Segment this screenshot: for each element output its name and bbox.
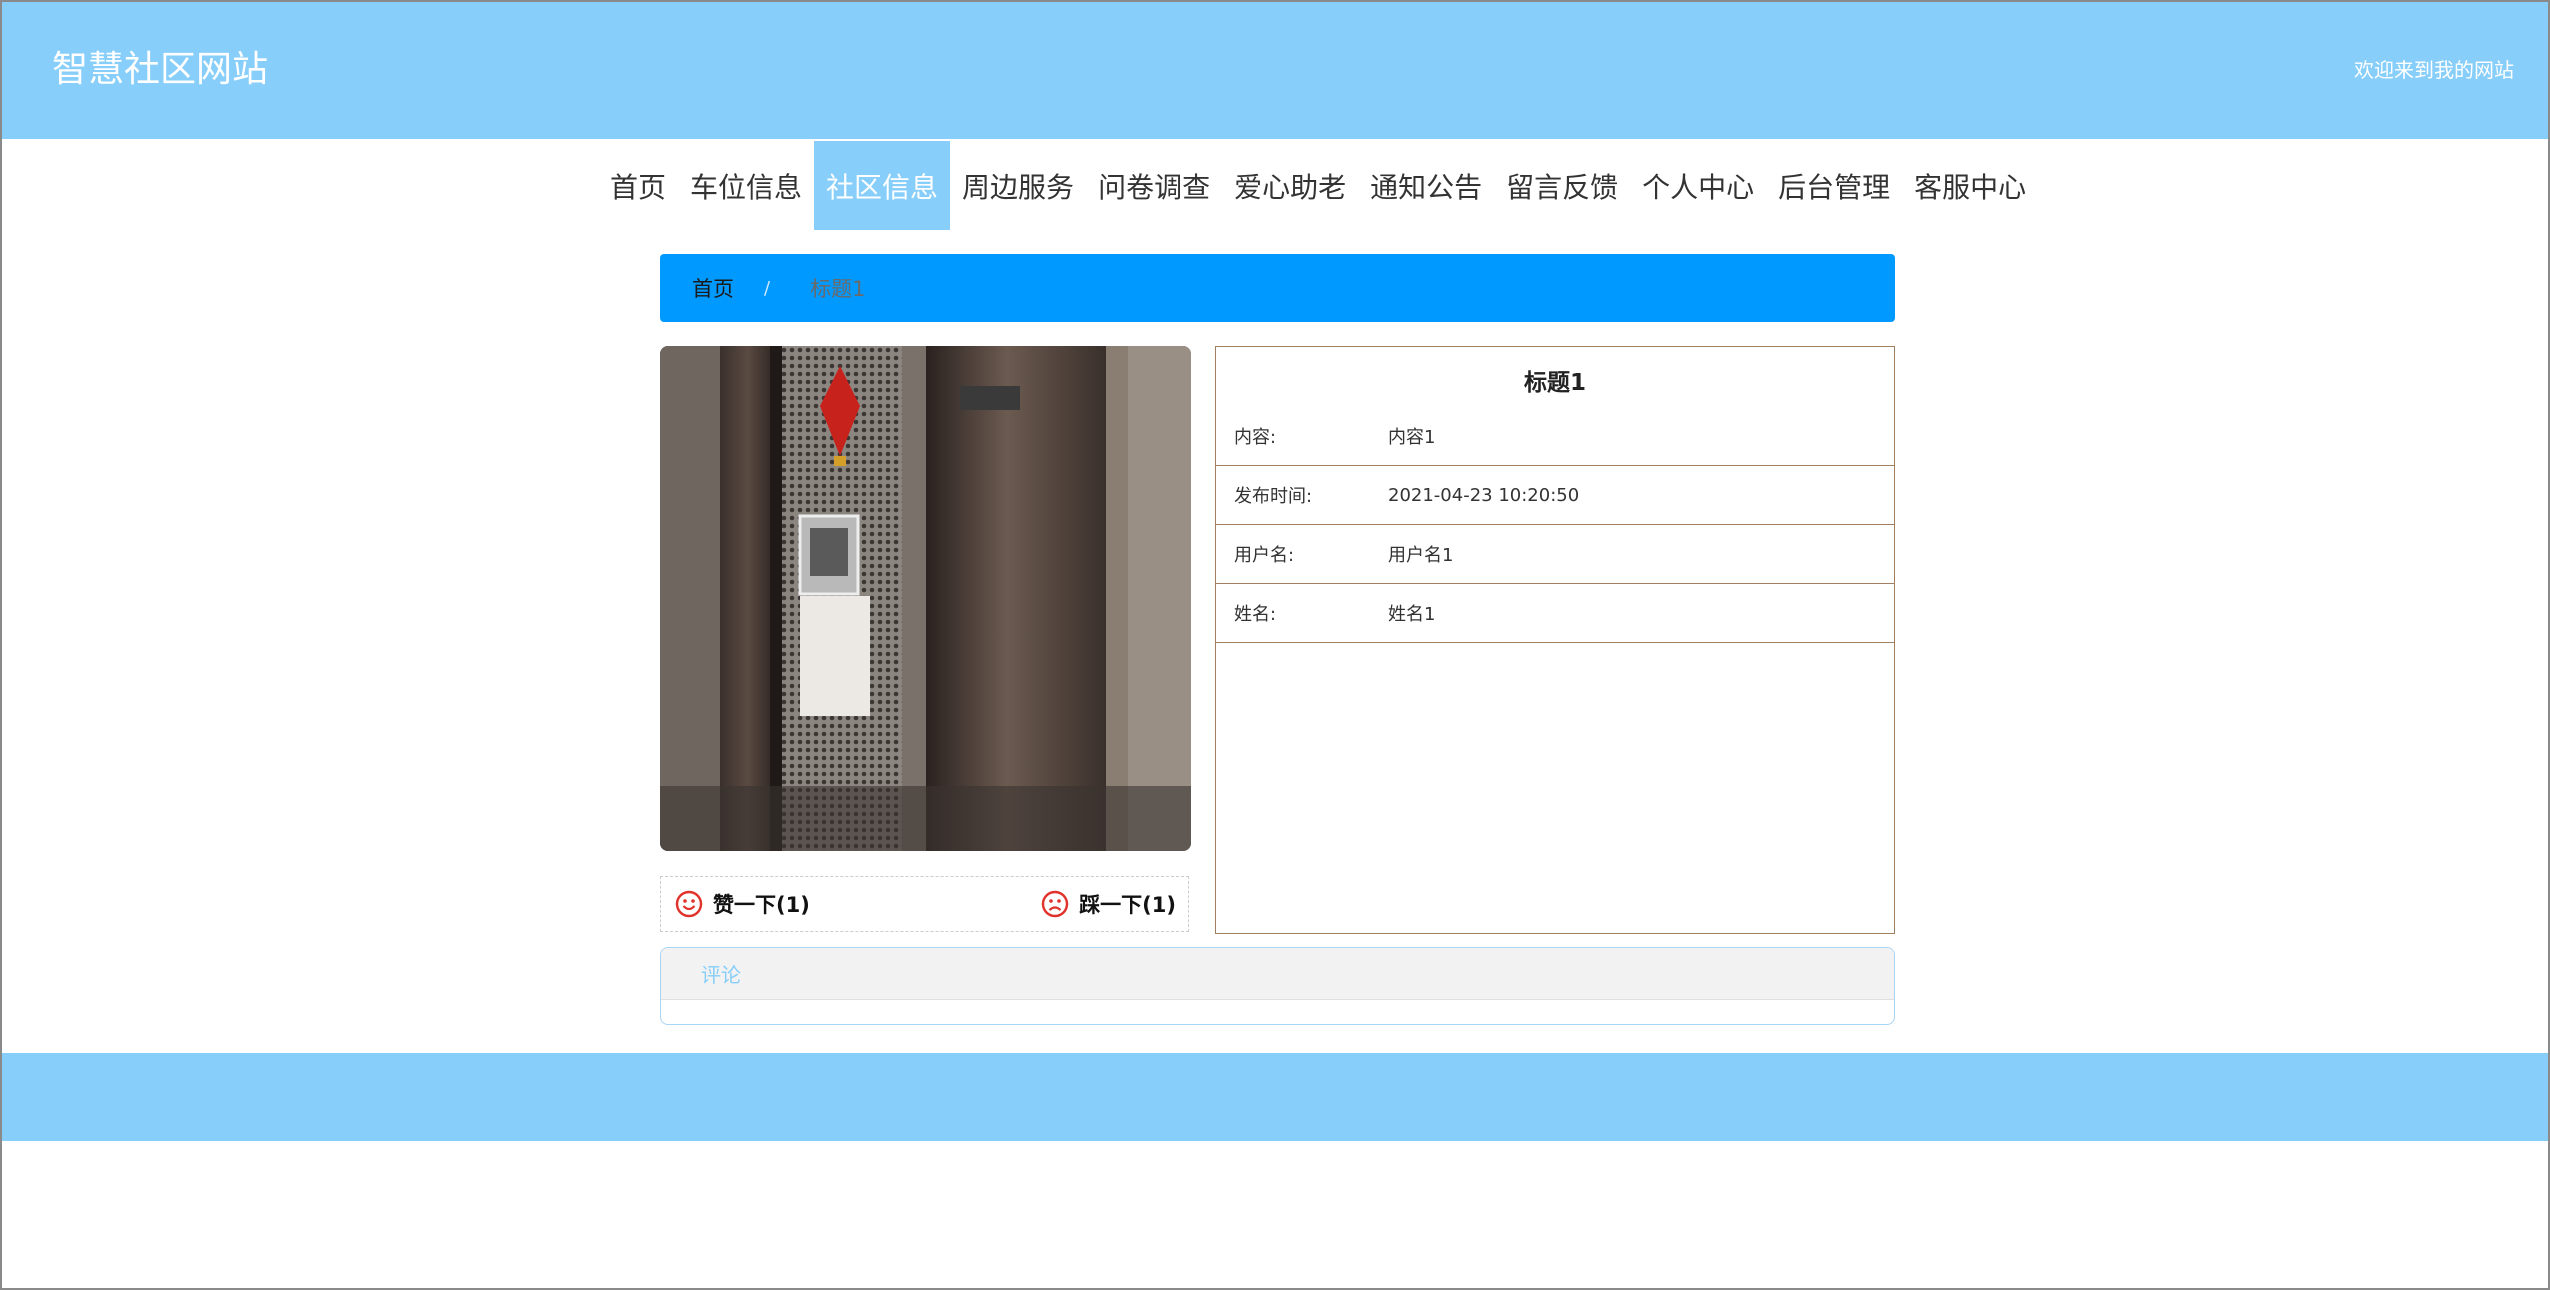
nav-item-personal-center[interactable]: 个人中心 <box>1630 141 1766 230</box>
main-nav: 首页 车位信息 社区信息 周边服务 问卷调查 爱心助老 通知公告 留言反馈 个人… <box>598 141 2038 230</box>
vote-box: 赞一下(1) 踩一下(1) <box>660 876 1189 932</box>
breadcrumb: 首页 / 标题1 <box>660 254 1895 322</box>
detail-label: 用户名: <box>1234 545 1295 566</box>
frown-icon <box>1041 890 1069 918</box>
detail-row-username: 用户名: 用户名1 <box>1216 525 1894 584</box>
like-label: 赞一下(1) <box>713 893 810 917</box>
breadcrumb-home-link[interactable]: 首页 <box>692 273 734 303</box>
smile-icon <box>675 890 703 918</box>
site-footer <box>2 1053 2548 1141</box>
nav-item-community-info[interactable]: 社区信息 <box>814 141 951 230</box>
dislike-label: 踩一下(1) <box>1079 893 1176 917</box>
nav-item-home[interactable]: 首页 <box>598 141 678 230</box>
nav-item-customer-service[interactable]: 客服中心 <box>1902 141 2038 230</box>
detail-info-panel: 标题1 内容: 内容1 发布时间: 2021-04-23 10:20:50 用户… <box>1215 346 1895 934</box>
breadcrumb-separator: / <box>764 277 771 299</box>
comment-panel: 评论 <box>660 947 1895 1025</box>
nav-item-announcements[interactable]: 通知公告 <box>1358 141 1494 230</box>
nav-item-feedback[interactable]: 留言反馈 <box>1494 141 1630 230</box>
detail-label: 发布时间: <box>1234 486 1313 507</box>
detail-value: 内容1 <box>1388 427 1436 448</box>
detail-label: 内容: <box>1234 427 1277 448</box>
breadcrumb-current: 标题1 <box>810 277 866 301</box>
site-title[interactable]: 智慧社区网站 <box>52 46 268 94</box>
site-header: 智慧社区网站 欢迎来到我的网站 <box>2 2 2548 139</box>
detail-row-name: 姓名: 姓名1 <box>1216 584 1894 643</box>
detail-value: 用户名1 <box>1388 545 1454 566</box>
detail-title: 标题1 <box>1523 370 1586 396</box>
nav-item-admin[interactable]: 后台管理 <box>1766 141 1902 230</box>
like-button[interactable]: 赞一下(1) <box>675 889 810 919</box>
detail-value: 2021-04-23 10:20:50 <box>1388 484 1580 506</box>
welcome-text: 欢迎来到我的网站 <box>2354 58 2514 82</box>
dislike-button[interactable]: 踩一下(1) <box>1041 889 1176 919</box>
nav-item-elderly-care[interactable]: 爱心助老 <box>1222 141 1358 230</box>
comment-header: 评论 <box>661 948 1894 1000</box>
detail-row-content: 内容: 内容1 <box>1216 407 1894 466</box>
nav-item-nearby-services[interactable]: 周边服务 <box>950 141 1086 230</box>
detail-photo <box>660 346 1191 851</box>
detail-value: 姓名1 <box>1388 604 1436 625</box>
detail-row-publish-time: 发布时间: 2021-04-23 10:20:50 <box>1216 466 1894 525</box>
nav-item-survey[interactable]: 问卷调查 <box>1086 141 1222 230</box>
detail-label: 姓名: <box>1234 604 1277 625</box>
nav-item-parking[interactable]: 车位信息 <box>678 141 814 230</box>
